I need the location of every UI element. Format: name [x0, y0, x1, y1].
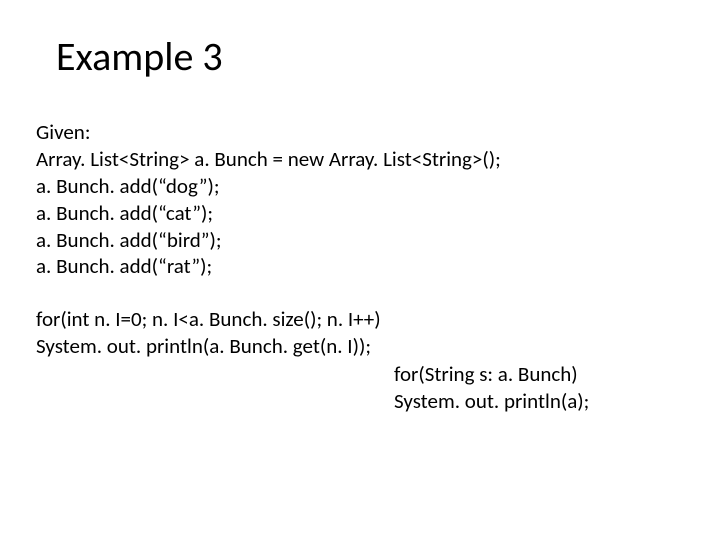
slide-title: Example 3: [56, 32, 684, 81]
code-block-1: Given: Array. List<String> a. Bunch = ne…: [36, 119, 684, 280]
code-line: a. Bunch. add(“rat”);: [36, 253, 684, 280]
code-line: for(int n. I=0; n. I<a. Bunch. size(); n…: [36, 306, 684, 333]
body-text: Given: Array. List<String> a. Bunch = ne…: [36, 119, 684, 415]
code-line: a. Bunch. add(“dog”);: [36, 173, 684, 200]
code-line: System. out. println(a);: [394, 388, 684, 415]
slide: Example 3 Given: Array. List<String> a. …: [0, 0, 720, 540]
code-line: System. out. println(a. Bunch. get(n. I)…: [36, 333, 684, 360]
code-line: Array. List<String> a. Bunch = new Array…: [36, 146, 684, 173]
intro-line: Given:: [36, 119, 684, 146]
code-block-3: for(String s: a. Bunch) System. out. pri…: [394, 361, 684, 415]
code-line: a. Bunch. add(“cat”);: [36, 200, 684, 227]
code-line: a. Bunch. add(“bird”);: [36, 227, 684, 254]
code-line: for(String s: a. Bunch): [394, 361, 684, 388]
code-block-2: for(int n. I=0; n. I<a. Bunch. size(); n…: [36, 306, 684, 360]
